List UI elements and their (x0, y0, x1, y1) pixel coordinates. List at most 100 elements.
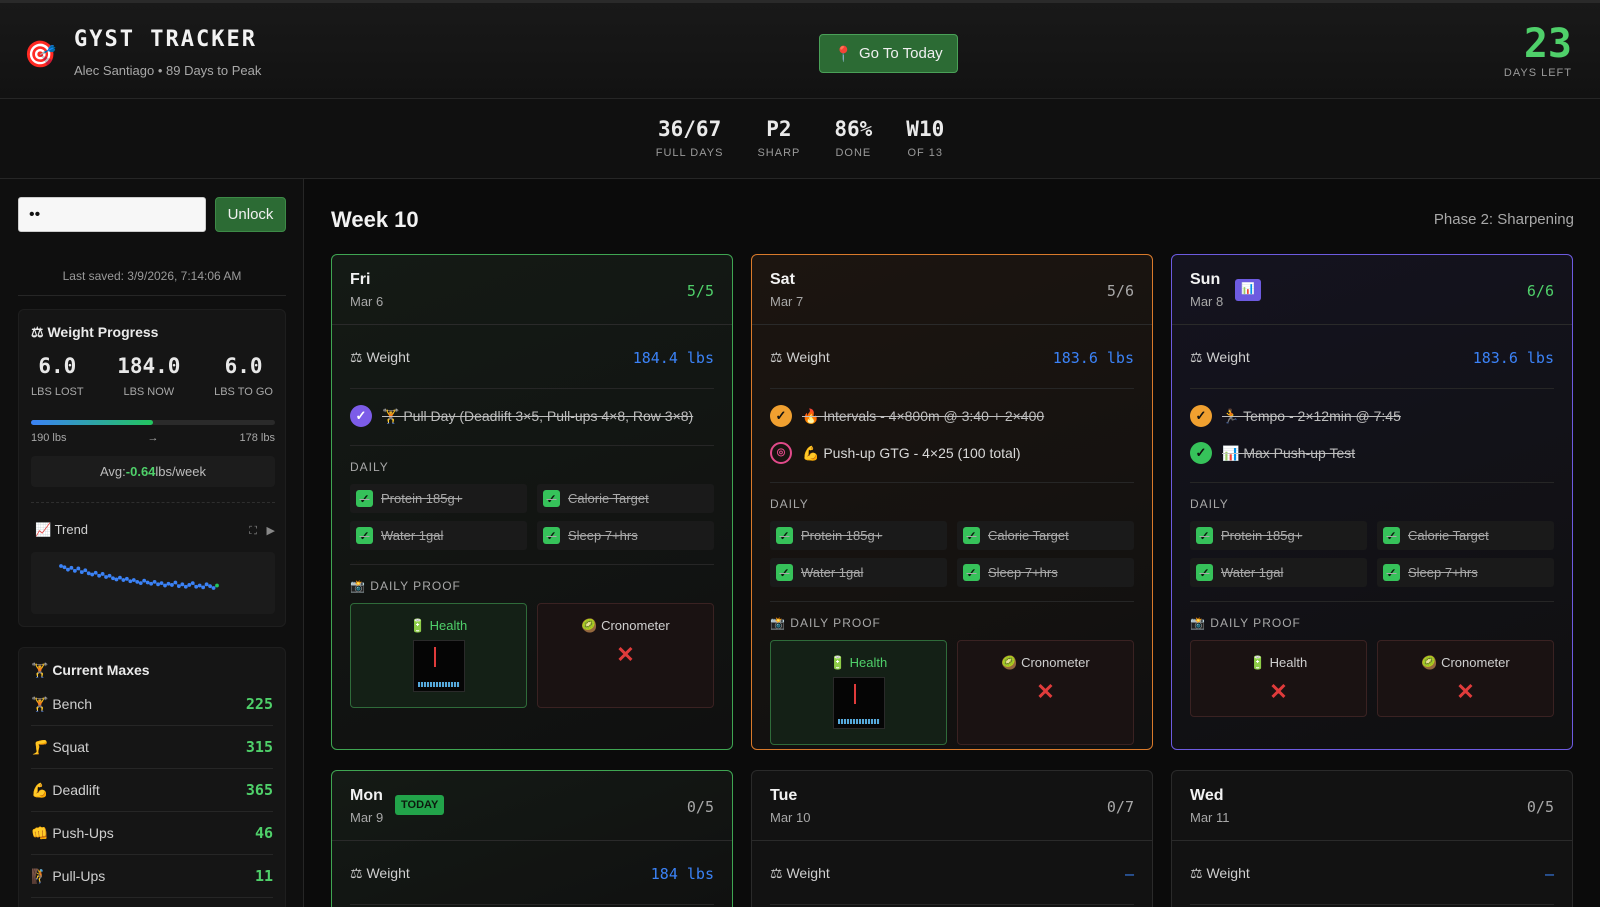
habit-protein[interactable]: ✓ Protein 185g+ (1190, 521, 1367, 550)
day-card-sun[interactable]: Sun 📊 Mar 8 6/6 ⚖ Weight 183.6 lbs ✓ 🏃 T… (1171, 254, 1573, 750)
health-proof-label: 🔋 Health (829, 655, 888, 670)
workout-item[interactable]: ◎ 💪 Push-up GTG - 4×25 (100 total) (770, 442, 1134, 464)
trend-point (201, 585, 206, 590)
day-card-wed[interactable]: Wed Mar 11 0/5 ⚖ Weight – (1171, 770, 1573, 907)
daily-habits: ✓ Protein 185g+ ✓ Calorie Target ✓ Water 1g… (1190, 521, 1554, 587)
day-date: Mar 8 (1190, 294, 1224, 309)
go-to-today-label: Go To Today (859, 45, 943, 62)
trend-point (66, 567, 70, 572)
cronometer-proof-upload[interactable]: 🥝 Cronometer ✕ (1377, 640, 1554, 717)
weight-label: ⚖ Weight (1190, 349, 1250, 365)
check-icon: ✓ (1383, 564, 1400, 581)
cronometer-proof-upload[interactable]: 🥝 Cronometer ✕ (957, 640, 1134, 745)
trend-point (114, 577, 119, 582)
stat-label: SHARP (757, 147, 801, 159)
checkmark-icon[interactable]: ✓ (350, 405, 372, 427)
trend-point (86, 571, 91, 576)
weight-row[interactable]: ⚖ Weight 183.6 lbs (1190, 325, 1554, 389)
habit-sleep[interactable]: ✓ Sleep 7+hrs (1377, 558, 1554, 587)
day-card-tue[interactable]: Tue Mar 10 0/7 ⚖ Weight – (751, 770, 1153, 907)
day-date: Mar 9 (350, 810, 384, 825)
day-score: 6/6 (1526, 282, 1554, 300)
workout-item[interactable]: ✓ 🏋 Pull Day (Deadlift 3×5, Pull-ups 4×8… (350, 405, 714, 427)
weight-value: 183.6 lbs (1472, 349, 1554, 367)
daily-proof-label: 📸 DAILY PROOF (350, 579, 461, 593)
trend-point (194, 584, 199, 589)
habit-calorie[interactable]: ✓ Calorie Target (957, 521, 1134, 550)
password-input[interactable] (18, 197, 206, 232)
trend-point (111, 576, 115, 581)
check-icon: ✓ (543, 490, 560, 507)
habit-water[interactable]: ✓ Water 1gal (1190, 558, 1367, 587)
habit-water[interactable]: ✓ Water 1gal (350, 521, 527, 550)
habit-protein[interactable]: ✓ Protein 185g+ (770, 521, 947, 550)
health-proof-upload[interactable]: 🔋 Health (770, 640, 947, 745)
max-name: Deadlift (52, 781, 100, 798)
habit-label: Protein 185g+ (801, 528, 883, 543)
habit-sleep[interactable]: ✓ Sleep 7+hrs (537, 521, 714, 550)
trend-point (79, 570, 84, 575)
check-icon: ✓ (356, 527, 373, 544)
weight-row[interactable]: ⚖ Weight 183.6 lbs (770, 325, 1134, 389)
x-mark-icon: ✕ (1456, 679, 1475, 704)
days-left-counter: 23 DAYS LEFT (1504, 21, 1572, 79)
weight-row[interactable]: ⚖ Weight – (1190, 841, 1554, 905)
checkmark-icon[interactable]: ✓ (1190, 405, 1212, 427)
pin-icon: 📍 (834, 45, 853, 63)
divider (31, 502, 275, 503)
day-card-mon[interactable]: Mon TODAY Mar 9 0/5 ⚖ Weight 184 lbs (331, 770, 733, 907)
trend-point (138, 581, 143, 586)
divider (18, 295, 286, 296)
health-screenshot-thumbnail[interactable] (412, 640, 465, 692)
weight-value: – (1544, 865, 1554, 883)
play-icon[interactable]: ▶ (267, 525, 275, 537)
barbell-icon: 🏋 (31, 695, 49, 712)
phase-label: Phase 2: Sharpening (1433, 211, 1574, 228)
day-card-sat[interactable]: Sat Mar 7 5/6 ⚖ Weight 183.6 lbs ✓ 🔥 Int… (751, 254, 1153, 750)
habit-calorie[interactable]: ✓ Calorie Target (1377, 521, 1554, 550)
go-to-today-button[interactable]: 📍 Go To Today (819, 34, 958, 73)
habit-protein[interactable]: ✓ Protein 185g+ (350, 484, 527, 513)
weight-row[interactable]: ⚖ Weight 184.4 lbs (350, 325, 714, 389)
workout-item[interactable]: ✓ 🏃 Tempo - 2×12min @ 7:45 (1190, 405, 1554, 427)
habit-calorie[interactable]: ✓ Calorie Target (537, 484, 714, 513)
workout-item[interactable]: ✓ 🔥 Intervals - 4×800m @ 3:40 + 2×400 (770, 405, 1134, 427)
daily-habits: ✓ Protein 185g+ ✓ Calorie Target ✓ Water 1g… (350, 484, 714, 550)
max-name: Bench (52, 695, 93, 712)
habit-label: Calorie Target (568, 491, 649, 506)
day-score: 0/7 (1106, 798, 1134, 816)
health-proof-upload[interactable]: 🔋 Health (350, 603, 527, 708)
stats-bar: 36/67 FULL DAYS P2 SHARP 86% DONE W10 OF… (0, 99, 1600, 179)
lbs-lost-stat: 6.0 LBS LOST (31, 354, 84, 398)
stat-value: 36/67 (658, 117, 722, 141)
trend-point (159, 581, 164, 586)
health-proof-upload[interactable]: 🔋 Health ✕ (1190, 640, 1367, 717)
target-ring-icon[interactable]: ◎ (770, 442, 792, 464)
habit-water[interactable]: ✓ Water 1gal (770, 558, 947, 587)
expand-icon[interactable]: ⛶ (249, 525, 257, 537)
weight-row[interactable]: ⚖ Weight – (770, 841, 1134, 905)
health-screenshot-thumbnail[interactable] (832, 677, 885, 729)
weight-value: – (1124, 865, 1134, 883)
trend-point (128, 579, 133, 584)
day-card-fri[interactable]: Fri Mar 6 5/5 ⚖ Weight 184.4 lbs ✓ 🏋 Pul… (331, 254, 733, 750)
weight-trend-sparkline[interactable] (31, 552, 275, 614)
fist-icon: 👊 (31, 824, 49, 841)
unlock-button[interactable]: Unlock (215, 197, 286, 232)
lbs-lost-value: 6.0 (38, 354, 77, 378)
day-name: Fri (350, 271, 371, 288)
checkmark-icon[interactable]: ✓ (1190, 442, 1212, 464)
workout-item[interactable]: ✓ 📊 Max Push-up Test (1190, 442, 1554, 464)
week-view: Week 10 Phase 2: Sharpening Fri Mar 6 5/… (305, 179, 1600, 907)
daily-proof-label: 📸 DAILY PROOF (1190, 616, 1301, 630)
habit-label: Sleep 7+hrs (1408, 565, 1478, 580)
app-header: 🎯 GYST TRACKER Alec Santiago • 89 Days t… (0, 0, 1600, 99)
habit-sleep[interactable]: ✓ Sleep 7+hrs (957, 558, 1134, 587)
trend-point (170, 583, 174, 587)
last-saved-text: Last saved: 3/9/2026, 7:14:06 AM (62, 269, 242, 283)
weight-label: ⚖ Weight (1190, 865, 1250, 881)
weight-row[interactable]: ⚖ Weight 184 lbs (350, 841, 714, 905)
checkmark-icon[interactable]: ✓ (770, 405, 792, 427)
habit-label: Calorie Target (988, 528, 1069, 543)
cronometer-proof-upload[interactable]: 🥝 Cronometer ✕ (537, 603, 714, 708)
